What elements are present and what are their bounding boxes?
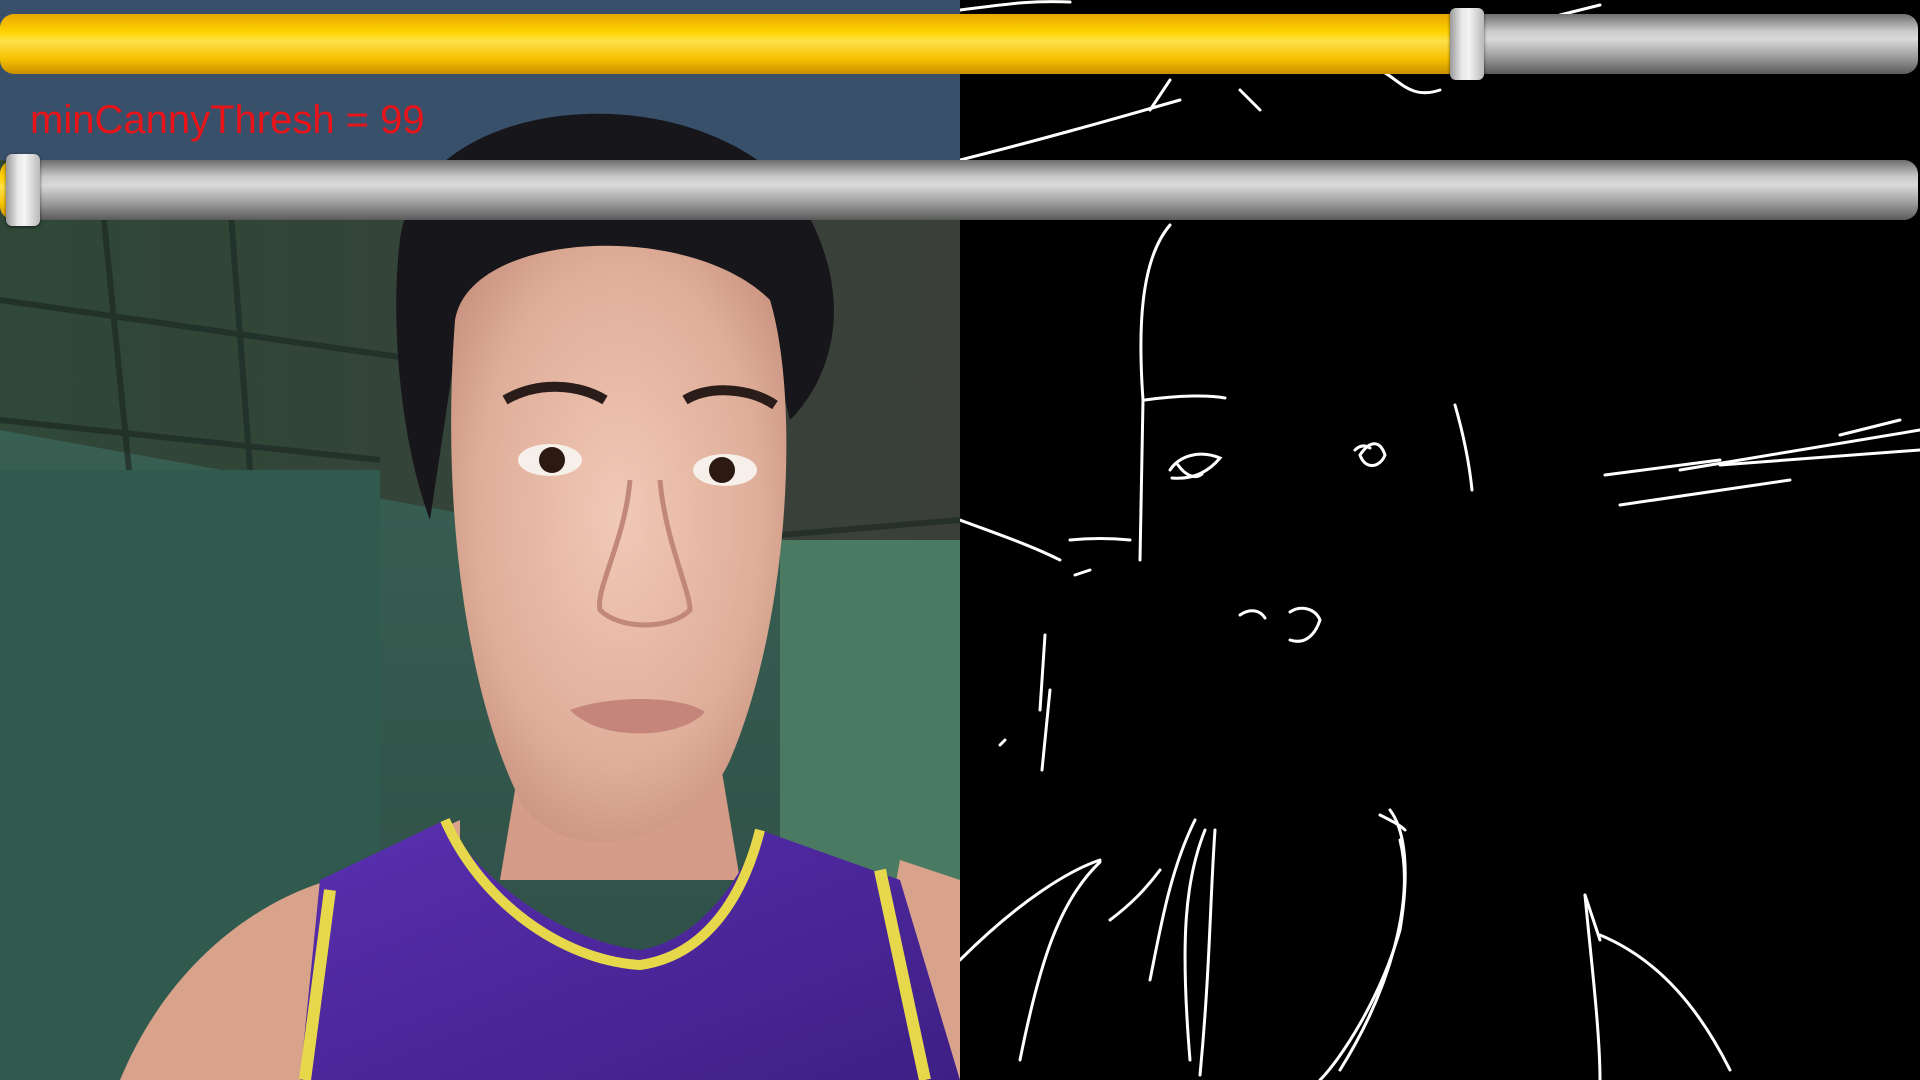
slider-thumb-icon[interactable] — [6, 154, 40, 226]
slider-track[interactable] — [0, 160, 1918, 220]
slider-thumb-icon[interactable] — [1450, 8, 1484, 80]
app-window: minCannyThresh = 99 — [0, 0, 1920, 1080]
max-canny-thresh-slider[interactable] — [0, 8, 1920, 80]
min-canny-thresh-label: minCannyThresh = 99 — [30, 98, 425, 142]
slider-fill — [0, 14, 1467, 74]
min-canny-thresh-slider[interactable] — [0, 154, 1920, 226]
